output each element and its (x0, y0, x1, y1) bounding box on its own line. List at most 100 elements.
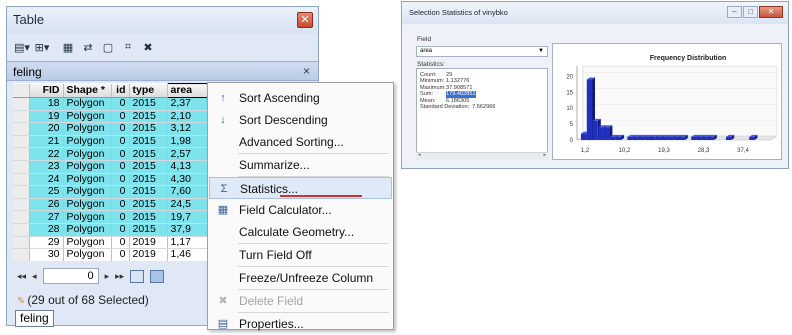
switch-selection-icon[interactable]: ⇄ (79, 38, 97, 56)
row-selector[interactable] (13, 147, 30, 161)
cell-fid[interactable]: 25 (29, 185, 64, 199)
close-icon[interactable]: ✕ (759, 6, 783, 18)
cell-type[interactable]: 2015 (129, 97, 168, 111)
next-record-button[interactable]: ▸ (105, 271, 110, 282)
row-selector[interactable] (13, 122, 30, 136)
stats-title-bar[interactable]: Selection Statistics of vinybko – □ ✕ (402, 2, 788, 24)
table-row[interactable]: 23 Polygon 0 2015 4,13 (13, 160, 214, 174)
clear-selection-icon[interactable]: ▢ (99, 38, 117, 56)
cell-id[interactable]: 0 (111, 185, 130, 199)
menu-item-sort-descending[interactable]: ↓ Sort Descending (209, 109, 392, 131)
cell-fid[interactable]: 23 (29, 160, 64, 174)
menu-item-field-calculator[interactable]: ▦ Field Calculator... (209, 199, 392, 221)
cell-fid[interactable]: 19 (29, 110, 64, 124)
row-selector[interactable] (13, 185, 30, 199)
previous-record-button[interactable]: ◂ (32, 271, 37, 282)
row-selector[interactable] (13, 210, 30, 224)
first-record-button[interactable]: ◂◂ (17, 271, 26, 282)
cell-type[interactable]: 2019 (129, 236, 168, 250)
cell-shape[interactable]: Polygon (63, 236, 112, 250)
table-row[interactable]: 22 Polygon 0 2015 2,57 (13, 147, 214, 161)
cell-id[interactable]: 0 (111, 223, 130, 237)
cell-id[interactable]: 0 (111, 160, 130, 174)
table-row[interactable]: 19 Polygon 0 2015 2,10 (13, 110, 214, 124)
cell-id[interactable]: 0 (111, 210, 130, 224)
row-selector[interactable] (13, 173, 30, 187)
scroll-right-icon[interactable]: ▸ (543, 152, 546, 158)
menu-item-freeze-unfreeze-column[interactable]: Freeze/Unfreeze Column (209, 267, 392, 289)
cell-id[interactable]: 0 (111, 147, 130, 161)
cell-type[interactable]: 2015 (129, 122, 168, 136)
cell-type[interactable]: 2015 (129, 135, 168, 149)
cell-shape[interactable]: Polygon (63, 210, 112, 224)
tab-close-icon[interactable]: × (303, 64, 310, 78)
table-row[interactable]: 20 Polygon 0 2015 3,12 (13, 122, 214, 136)
table-row[interactable]: 18 Polygon 0 2015 2,37 (13, 97, 214, 111)
row-selector[interactable] (13, 198, 30, 212)
cell-fid[interactable]: 21 (29, 135, 64, 149)
maximize-icon[interactable]: □ (743, 6, 758, 18)
cell-type[interactable]: 2015 (129, 173, 168, 187)
table-row[interactable]: 29 Polygon 0 2019 1,17 (13, 236, 214, 250)
cell-fid[interactable]: 28 (29, 223, 64, 237)
table-row[interactable]: 24 Polygon 0 2015 4,30 (13, 173, 214, 187)
cell-id[interactable]: 0 (111, 122, 130, 136)
cell-type[interactable]: 2019 (129, 248, 168, 261)
row-selector[interactable] (13, 223, 30, 237)
column-header-shape[interactable]: Shape * (63, 83, 112, 98)
cell-fid[interactable]: 20 (29, 122, 64, 136)
cell-shape[interactable]: Polygon (63, 97, 112, 111)
menu-item-summarize[interactable]: Summarize... (209, 154, 392, 176)
table-row[interactable]: 27 Polygon 0 2015 19,7 (13, 210, 214, 224)
cell-id[interactable]: 0 (111, 110, 130, 124)
cell-id[interactable]: 0 (111, 198, 130, 212)
record-number-field[interactable]: 0 (42, 268, 99, 284)
table-bottom-tab[interactable]: feling (15, 310, 54, 327)
row-selector-header[interactable] (13, 83, 30, 98)
cell-type[interactable]: 2015 (129, 147, 168, 161)
column-header-type[interactable]: type (129, 83, 168, 98)
cell-fid[interactable]: 27 (29, 210, 64, 224)
cell-fid[interactable]: 24 (29, 173, 64, 187)
cell-shape[interactable]: Polygon (63, 248, 112, 261)
menu-item-calculate-geometry[interactable]: Calculate Geometry... (209, 221, 392, 243)
last-record-button[interactable]: ▸▸ (115, 271, 124, 282)
cell-shape[interactable]: Polygon (63, 122, 112, 136)
column-header-fid[interactable]: FID (29, 83, 64, 98)
show-all-records-button[interactable] (130, 269, 145, 283)
cell-shape[interactable]: Polygon (63, 223, 112, 237)
cell-id[interactable]: 0 (111, 173, 130, 187)
related-tables-icon[interactable]: ⊞▾ (33, 38, 51, 56)
menu-item-properties[interactable]: ▤ Properties... (209, 313, 392, 335)
menu-item-turn-field-off[interactable]: Turn Field Off (209, 244, 392, 266)
zoom-to-selected-icon[interactable]: ⌗ (119, 38, 137, 56)
cell-fid[interactable]: 18 (29, 97, 64, 111)
table-title-bar[interactable]: Table ✕ (7, 7, 318, 33)
cell-shape[interactable]: Polygon (63, 110, 112, 124)
field-dropdown[interactable]: area ▼ (416, 46, 548, 57)
cell-shape[interactable]: Polygon (63, 135, 112, 149)
cell-type[interactable]: 2015 (129, 210, 168, 224)
show-selected-records-button[interactable] (150, 269, 165, 283)
cell-type[interactable]: 2015 (129, 185, 168, 199)
table-row[interactable]: 26 Polygon 0 2015 24,5 (13, 198, 214, 212)
menu-item-sort-ascending[interactable]: ↑ Sort Ascending (209, 87, 392, 109)
cell-type[interactable]: 2015 (129, 223, 168, 237)
row-selector[interactable] (13, 97, 30, 111)
row-selector[interactable] (13, 248, 30, 261)
cell-type[interactable]: 2015 (129, 198, 168, 212)
cell-shape[interactable]: Polygon (63, 147, 112, 161)
cell-id[interactable]: 0 (111, 97, 130, 111)
statistics-horizontal-scrollbar[interactable]: ◂ ▸ (416, 152, 548, 160)
cell-id[interactable]: 0 (111, 236, 130, 250)
close-window-button[interactable]: ✕ (297, 12, 313, 28)
cell-fid[interactable]: 26 (29, 198, 64, 212)
row-selector[interactable] (13, 135, 30, 149)
minimize-icon[interactable]: – (727, 6, 742, 18)
scroll-left-icon[interactable]: ◂ (418, 152, 421, 158)
delete-selected-icon[interactable]: ✖ (139, 38, 157, 56)
row-selector[interactable] (13, 236, 30, 250)
row-selector[interactable] (13, 110, 30, 124)
cell-id[interactable]: 0 (111, 135, 130, 149)
cell-shape[interactable]: Polygon (63, 160, 112, 174)
